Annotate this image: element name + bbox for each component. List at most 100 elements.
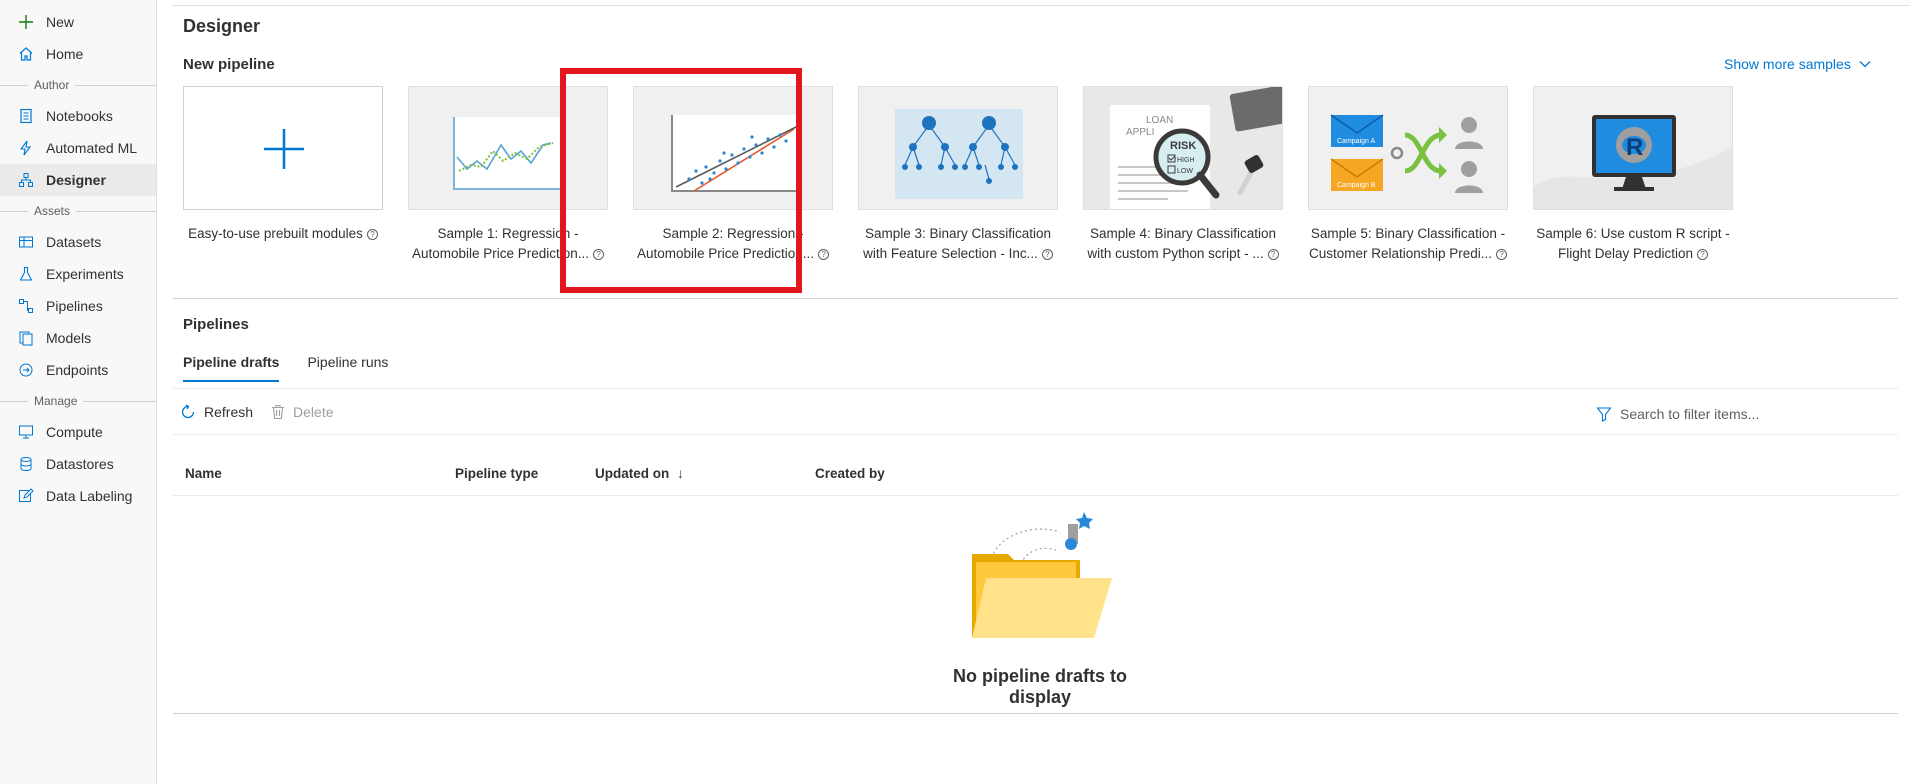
nav-designer[interactable]: Designer xyxy=(0,164,156,196)
r-script-thumbnail: R xyxy=(1534,115,1732,209)
card-thumbnail xyxy=(633,86,833,210)
appli-text: APPLI xyxy=(1126,127,1154,138)
nav-home-label: Home xyxy=(46,46,84,62)
refresh-button[interactable]: Refresh xyxy=(180,404,253,420)
card-label: Sample 5: Binary Classification - Custom… xyxy=(1308,224,1508,264)
card-sample-3[interactable]: Sample 3: Binary Classification with Fea… xyxy=(858,86,1058,264)
refresh-label: Refresh xyxy=(204,404,254,420)
dataset-icon xyxy=(18,234,34,250)
help-icon[interactable]: ? xyxy=(593,248,605,260)
help-icon[interactable]: ? xyxy=(1697,248,1709,260)
show-more-samples-link[interactable]: Show more samples xyxy=(1724,56,1871,72)
loan-text: LOAN xyxy=(1146,115,1173,126)
main-content: Designer New pipeline Show more samples … xyxy=(172,0,1910,784)
high-text: HIGH xyxy=(1177,157,1195,164)
chevron-down-icon xyxy=(1859,61,1871,68)
card-label-line1: Sample 1: Regression - xyxy=(437,226,579,241)
card-label: Sample 6: Use custom R script - Flight D… xyxy=(1533,224,1733,264)
nav-section-assets: Assets xyxy=(0,196,156,226)
help-icon[interactable]: ? xyxy=(818,248,830,260)
column-header-created-by[interactable]: Created by xyxy=(815,466,885,481)
nav-new[interactable]: New xyxy=(0,6,156,38)
nav-new-label: New xyxy=(46,14,75,30)
plus-icon xyxy=(18,14,34,30)
card-label-line2: with Feature Selection - Inc... xyxy=(863,246,1038,261)
updated-on-label: Updated on xyxy=(595,466,670,481)
pipelines-section-title: Pipelines xyxy=(183,316,249,333)
empty-state-text: No pipeline drafts to display xyxy=(952,666,1127,707)
home-icon xyxy=(18,46,34,62)
card-thumbnail: R xyxy=(1533,86,1733,210)
endpoint-icon xyxy=(18,362,34,378)
tab-pipeline-runs[interactable]: Pipeline runs xyxy=(307,354,388,382)
card-label-line1: Sample 3: Binary Classification xyxy=(864,226,1052,241)
nav-experiments-label: Experiments xyxy=(46,266,124,282)
help-icon[interactable]: ? xyxy=(1496,248,1508,260)
column-header-updated-on[interactable]: Updated on ↓ xyxy=(595,466,684,481)
card-sample-1[interactable]: Sample 1: Regression - Automobile Price … xyxy=(408,86,608,264)
section-label: Author xyxy=(28,78,76,92)
card-sample-4[interactable]: LOAN APPLI RISK HIGH LOW Sample 4: Binar… xyxy=(1083,86,1283,264)
card-label-line2: with custom Python script - ... xyxy=(1087,246,1264,261)
card-label-line2: Flight Delay Prediction xyxy=(1557,246,1694,261)
nav-compute[interactable]: Compute xyxy=(0,416,156,448)
page-title: Designer xyxy=(183,16,261,36)
filter-icon xyxy=(1596,406,1612,422)
nav-datasets[interactable]: Datasets xyxy=(0,226,156,258)
card-sample-6[interactable]: R Sample 6: Use custom R script - Flight… xyxy=(1533,86,1733,264)
nav-section-manage: Manage xyxy=(0,386,156,416)
nav-experiments[interactable]: Experiments xyxy=(0,258,156,290)
delete-button[interactable]: Delete xyxy=(271,404,334,420)
card-label: Sample 4: Binary Classification with cus… xyxy=(1083,224,1283,264)
card-prebuilt-modules[interactable]: Easy-to-use prebuilt modules? xyxy=(183,86,383,244)
designer-icon xyxy=(18,172,34,188)
card-sample-5[interactable]: Campaign A Campaign B Sample 5: Binary C… xyxy=(1308,86,1508,264)
divider xyxy=(173,434,1898,435)
card-label-line1: Easy-to-use prebuilt modules xyxy=(188,226,363,241)
nav-notebooks[interactable]: Notebooks xyxy=(0,100,156,132)
flask-icon xyxy=(18,266,34,282)
delete-label: Delete xyxy=(293,404,334,420)
tab-pipeline-drafts[interactable]: Pipeline drafts xyxy=(183,354,280,382)
plus-icon xyxy=(264,129,304,169)
card-sample-2[interactable]: Sample 2: Regression - Automobile Price … xyxy=(633,86,833,264)
card-label: Sample 2: Regression - Automobile Price … xyxy=(633,224,833,264)
column-header-name[interactable]: Name xyxy=(185,466,222,481)
nav-data-labeling[interactable]: Data Labeling xyxy=(0,480,156,512)
campaign-b-text: Campaign B xyxy=(1337,182,1376,189)
card-label-line2: Automobile Price Prediction... xyxy=(411,246,590,261)
divider xyxy=(173,495,1898,496)
campaign-a-text: Campaign A xyxy=(1337,138,1375,145)
trash-icon xyxy=(271,404,285,420)
line-chart-thumbnail xyxy=(453,117,564,190)
nav-automated-ml[interactable]: Automated ML xyxy=(0,132,156,164)
help-icon[interactable]: ? xyxy=(1041,248,1053,260)
card-thumbnail xyxy=(858,86,1058,210)
monitor-icon xyxy=(18,424,34,440)
nav-automated-ml-label: Automated ML xyxy=(46,140,138,156)
nav-datastores[interactable]: Datastores xyxy=(0,448,156,480)
column-header-pipeline-type[interactable]: Pipeline type xyxy=(455,466,538,481)
scatter-plot-thumbnail xyxy=(671,115,797,192)
new-pipeline-title: New pipeline xyxy=(183,56,275,73)
card-thumbnail: LOAN APPLI RISK HIGH LOW xyxy=(1083,86,1283,210)
search-placeholder: Search to filter items... xyxy=(1620,406,1760,422)
divider xyxy=(172,5,1910,6)
edit-icon xyxy=(18,488,34,504)
card-label-line2: Automobile Price Prediction... xyxy=(636,246,815,261)
nav-pipelines[interactable]: Pipelines xyxy=(0,290,156,322)
card-thumbnail xyxy=(183,86,383,210)
help-icon[interactable]: ? xyxy=(366,228,378,240)
sort-descending-icon: ↓ xyxy=(677,466,684,481)
notebook-icon xyxy=(18,108,34,124)
divider xyxy=(173,713,1898,714)
filter-search-input[interactable]: Search to filter items... xyxy=(1596,402,1906,426)
nav-models[interactable]: Models xyxy=(0,322,156,354)
nav-home[interactable]: Home xyxy=(0,38,156,70)
model-icon xyxy=(18,330,34,346)
nav-endpoints[interactable]: Endpoints xyxy=(0,354,156,386)
divider xyxy=(173,388,1898,389)
help-icon[interactable]: ? xyxy=(1267,248,1279,260)
decision-tree-thumbnail xyxy=(895,109,1023,199)
nav-compute-label: Compute xyxy=(46,424,103,440)
